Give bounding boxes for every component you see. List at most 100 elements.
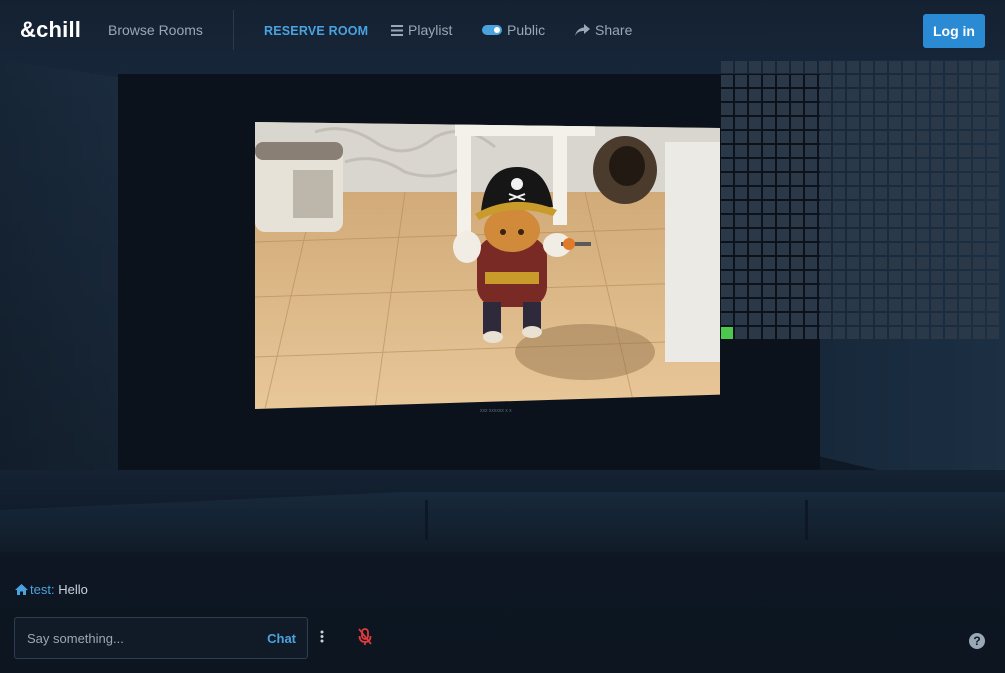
seat[interactable] (931, 173, 943, 185)
seat[interactable] (791, 117, 803, 129)
seat[interactable] (721, 285, 733, 297)
seat[interactable] (721, 117, 733, 129)
seat[interactable] (931, 215, 943, 227)
seat[interactable] (735, 215, 747, 227)
seat[interactable] (875, 313, 887, 325)
seat[interactable] (721, 243, 733, 255)
seat[interactable] (903, 117, 915, 129)
seat[interactable] (903, 299, 915, 311)
seat[interactable] (735, 271, 747, 283)
seat[interactable] (959, 313, 971, 325)
seat[interactable] (945, 271, 957, 283)
seat[interactable] (777, 257, 789, 269)
seat[interactable] (917, 299, 929, 311)
seat[interactable] (987, 285, 999, 297)
seat[interactable] (875, 243, 887, 255)
seat[interactable] (945, 313, 957, 325)
seat[interactable] (987, 243, 999, 255)
seat[interactable] (973, 201, 985, 213)
seat[interactable] (847, 257, 859, 269)
seat[interactable] (903, 131, 915, 143)
seat[interactable] (847, 131, 859, 143)
seat[interactable] (763, 103, 775, 115)
seat[interactable] (875, 257, 887, 269)
seat[interactable] (819, 131, 831, 143)
seat[interactable] (931, 103, 943, 115)
seat[interactable] (861, 89, 873, 101)
seat[interactable] (777, 173, 789, 185)
seat[interactable] (917, 75, 929, 87)
seat[interactable] (875, 215, 887, 227)
seat[interactable] (847, 215, 859, 227)
seat[interactable] (931, 257, 943, 269)
seat[interactable] (805, 215, 817, 227)
seat[interactable] (903, 201, 915, 213)
seat[interactable] (875, 271, 887, 283)
seat[interactable] (973, 243, 985, 255)
seat[interactable] (861, 313, 873, 325)
chat-send-button[interactable]: Chat (256, 631, 307, 646)
seat[interactable] (833, 299, 845, 311)
seat[interactable] (763, 327, 775, 339)
seat[interactable] (721, 103, 733, 115)
seat[interactable] (931, 75, 943, 87)
seat[interactable] (791, 313, 803, 325)
microphone-toggle[interactable] (357, 628, 373, 646)
seat[interactable] (819, 201, 831, 213)
seat[interactable] (889, 229, 901, 241)
seat[interactable] (945, 61, 957, 73)
seat[interactable] (861, 257, 873, 269)
seat[interactable] (833, 215, 845, 227)
seat[interactable] (847, 271, 859, 283)
seat[interactable] (903, 257, 915, 269)
seat[interactable] (931, 61, 943, 73)
seat[interactable] (917, 61, 929, 73)
seat[interactable] (805, 75, 817, 87)
seat[interactable] (847, 145, 859, 157)
seat[interactable] (833, 75, 845, 87)
seat[interactable] (749, 61, 761, 73)
seat[interactable] (959, 257, 971, 269)
seat[interactable] (749, 285, 761, 297)
seat[interactable] (735, 285, 747, 297)
seat[interactable] (735, 201, 747, 213)
seat[interactable] (847, 103, 859, 115)
seat[interactable] (861, 131, 873, 143)
question-circle-icon[interactable]: ? (969, 633, 985, 649)
seat[interactable] (903, 173, 915, 185)
seat[interactable] (721, 159, 733, 171)
seat[interactable] (917, 285, 929, 297)
seat[interactable] (917, 89, 929, 101)
seat[interactable] (917, 187, 929, 199)
seat[interactable] (735, 229, 747, 241)
seat[interactable] (945, 131, 957, 143)
seat[interactable] (777, 61, 789, 73)
seat[interactable] (987, 229, 999, 241)
seat[interactable] (749, 173, 761, 185)
seat[interactable] (959, 103, 971, 115)
more-options-button[interactable] (319, 630, 325, 644)
seat[interactable] (819, 243, 831, 255)
seat[interactable] (973, 89, 985, 101)
seat[interactable] (861, 271, 873, 283)
seat[interactable] (875, 145, 887, 157)
seat[interactable] (819, 187, 831, 199)
seat[interactable] (791, 131, 803, 143)
seat[interactable] (763, 131, 775, 143)
seat[interactable] (735, 61, 747, 73)
seat[interactable] (861, 173, 873, 185)
seat[interactable] (973, 229, 985, 241)
seat[interactable] (777, 313, 789, 325)
seat[interactable] (735, 327, 747, 339)
seat[interactable] (973, 131, 985, 143)
chat-username[interactable]: test (30, 582, 51, 597)
seat[interactable] (875, 327, 887, 339)
seat[interactable] (763, 271, 775, 283)
seat[interactable] (763, 61, 775, 73)
seat[interactable] (875, 229, 887, 241)
seat[interactable] (959, 131, 971, 143)
seat[interactable] (735, 89, 747, 101)
seat[interactable] (903, 271, 915, 283)
seat[interactable] (721, 299, 733, 311)
seat[interactable] (847, 117, 859, 129)
